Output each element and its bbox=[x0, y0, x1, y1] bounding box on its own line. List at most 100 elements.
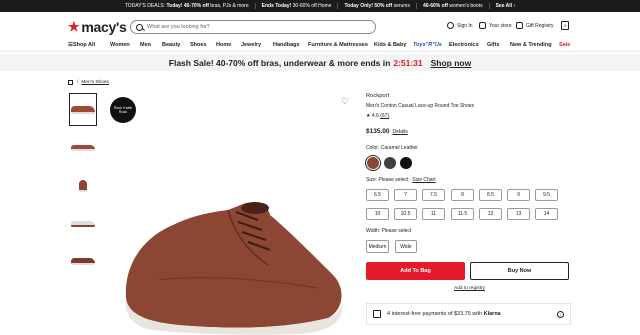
gift-registry-label: Gift Registry bbox=[526, 22, 554, 29]
shoe-side-image bbox=[71, 105, 95, 114]
nav-item-gifts[interactable]: Gifts bbox=[487, 42, 500, 48]
rating-value: 4.6 bbox=[371, 113, 379, 119]
shoe-top-image bbox=[71, 258, 95, 265]
thumbnail-image[interactable] bbox=[69, 169, 97, 202]
gift-registry-link[interactable]: Gift Registry bbox=[516, 22, 554, 29]
payment-icon bbox=[373, 310, 381, 318]
deal-item[interactable]: Today Only! 50% off serums bbox=[337, 3, 415, 9]
size-option[interactable]: 13 bbox=[507, 208, 530, 220]
breadcrumb-mens-shoes[interactable]: Men's Shoes bbox=[81, 80, 109, 85]
thumbnail-image[interactable] bbox=[69, 93, 97, 126]
color-swatch-black[interactable] bbox=[400, 157, 412, 169]
see-all-link[interactable]: See All › bbox=[488, 3, 522, 9]
badge-text: Rock it with Rock bbox=[113, 105, 133, 115]
nav-item-shoes[interactable]: Shoes bbox=[190, 42, 207, 48]
add-to-registry-link[interactable]: Add to registry bbox=[454, 286, 485, 291]
nav-item-handbags[interactable]: Handbags bbox=[273, 42, 300, 48]
breadcrumb-separator: / bbox=[77, 80, 79, 85]
deal-bold: 40-60% off bbox=[422, 3, 448, 9]
color-swatch-gray[interactable] bbox=[384, 157, 396, 169]
size-option[interactable]: 10 bbox=[366, 208, 389, 220]
macys-logo[interactable]: ★ macy's bbox=[68, 19, 127, 35]
store-icon bbox=[479, 22, 486, 29]
nav-item-electronics[interactable]: Electronics bbox=[449, 42, 479, 48]
nav-item-beauty[interactable]: Beauty bbox=[162, 42, 180, 48]
nav-item-kids-baby[interactable]: Kids & Baby bbox=[374, 42, 406, 48]
deal-bold: Today Only! 50% off bbox=[344, 3, 393, 9]
size-option[interactable]: 9.5 bbox=[535, 189, 558, 201]
home-icon[interactable] bbox=[68, 80, 73, 85]
nav-item-furniture[interactable]: Furniture & Mattresses bbox=[308, 42, 368, 48]
thumbnail-image[interactable] bbox=[69, 131, 97, 164]
price-details-link[interactable]: Details bbox=[393, 129, 408, 135]
thumbnail-image[interactable] bbox=[69, 245, 97, 278]
shop-now-link[interactable]: Shop now bbox=[431, 58, 472, 68]
deal-text: bras, PJs & more bbox=[208, 3, 249, 9]
promo-badge: Rock it with Rock bbox=[110, 97, 136, 123]
deal-item[interactable]: TODAY'S DEALS: Today! 40-70% off bras, P… bbox=[119, 3, 255, 9]
size-option[interactable]: 6.5 bbox=[366, 189, 389, 201]
rating-count: (67) bbox=[380, 113, 390, 119]
width-option-medium[interactable]: Medium bbox=[366, 240, 389, 253]
klarna-brand: Klarna bbox=[483, 311, 501, 317]
size-label-text: Size: Please select bbox=[366, 177, 409, 183]
info-icon[interactable]: i bbox=[557, 310, 564, 318]
size-option[interactable]: 11.5 bbox=[451, 208, 474, 220]
shop-all-label: Shop All bbox=[72, 41, 96, 48]
nav-item-new-trending[interactable]: New & Trending bbox=[510, 42, 552, 48]
size-option[interactable]: 11 bbox=[422, 208, 445, 220]
brand-link[interactable]: Rockport bbox=[366, 93, 389, 99]
shoe-front-image bbox=[79, 179, 87, 192]
size-option[interactable]: 9 bbox=[507, 189, 530, 201]
nav-shop-all[interactable]: ☰ Shop All bbox=[68, 42, 95, 48]
see-all-label: See All bbox=[495, 3, 513, 9]
nav-item-sale[interactable]: Sale bbox=[559, 42, 570, 48]
nav-item-women[interactable]: Women bbox=[110, 42, 130, 48]
size-option[interactable]: 8 bbox=[451, 189, 474, 201]
your-store-link[interactable]: Your store bbox=[479, 22, 512, 29]
heart-icon[interactable]: ♡ bbox=[341, 96, 349, 107]
deal-item[interactable]: Ends Today! 30-60% off Home bbox=[254, 3, 338, 9]
buy-now-button[interactable]: Buy Now bbox=[470, 262, 569, 280]
countdown-timer: 2:51:31 bbox=[393, 57, 423, 68]
klarna-installments[interactable]: 4 interest-free payments of $33.75 with … bbox=[366, 303, 571, 325]
search-input[interactable]: What are you looking for? bbox=[130, 20, 376, 34]
product-rating[interactable]: ★ 4.6 (67) bbox=[366, 113, 389, 119]
main-product-image bbox=[125, 202, 343, 335]
deal-item[interactable]: 40-60% off women's boots bbox=[415, 3, 489, 9]
breadcrumb: / Men's Shoes bbox=[68, 80, 109, 85]
width-option-wide[interactable]: Wide bbox=[395, 240, 417, 253]
size-chart-link[interactable]: Size Chart bbox=[412, 177, 435, 183]
main-nav: ☰ Shop All Women Men Beauty Shoes Home J… bbox=[0, 38, 640, 52]
klarna-text: 4 interest-free payments of $33.75 with bbox=[387, 311, 483, 317]
size-option[interactable]: 7 bbox=[394, 189, 417, 201]
add-to-bag-button[interactable]: Add To Bag bbox=[366, 262, 465, 280]
your-store-label: Your store bbox=[489, 22, 512, 29]
nav-item-jewelry[interactable]: Jewelry bbox=[241, 42, 261, 48]
price-value: $135.00 bbox=[366, 128, 390, 135]
nav-item-men[interactable]: Men bbox=[140, 42, 151, 48]
price: $135.00 Details bbox=[366, 128, 408, 135]
thumbnail-image[interactable] bbox=[69, 207, 97, 240]
product-title: Men's Conton Casual Lace-up Round Toe Sh… bbox=[366, 103, 475, 109]
sign-in-link[interactable]: Sign In bbox=[447, 22, 473, 29]
size-option[interactable]: 7.5 bbox=[422, 189, 445, 201]
star-icon: ★ bbox=[366, 113, 371, 119]
nav-item-toys[interactable]: Toys"R"Us bbox=[413, 42, 442, 48]
deal-text: 30-60% off Home bbox=[291, 3, 332, 9]
deals-bar: TODAY'S DEALS: Today! 40-70% off bras, P… bbox=[0, 0, 640, 12]
search-icon bbox=[136, 23, 143, 31]
size-option[interactable]: 14 bbox=[535, 208, 558, 220]
width-label: Width: Please select bbox=[366, 228, 412, 234]
size-option[interactable]: 10.5 bbox=[394, 208, 417, 220]
shopping-bag-icon[interactable]: 0 bbox=[561, 21, 569, 30]
flash-sale-banner: Flash Sale! 40-70% off bras, underwear &… bbox=[0, 54, 640, 71]
nav-item-home[interactable]: Home bbox=[216, 42, 231, 48]
color-swatch-caramel[interactable] bbox=[367, 157, 379, 169]
deal-bold: Ends Today! bbox=[261, 3, 292, 9]
size-option[interactable]: 8.5 bbox=[479, 189, 502, 201]
bag-count: 0 bbox=[563, 23, 567, 28]
size-option[interactable]: 12 bbox=[479, 208, 502, 220]
logo-text: macy's bbox=[81, 19, 127, 35]
shoe-side-image bbox=[71, 144, 95, 151]
